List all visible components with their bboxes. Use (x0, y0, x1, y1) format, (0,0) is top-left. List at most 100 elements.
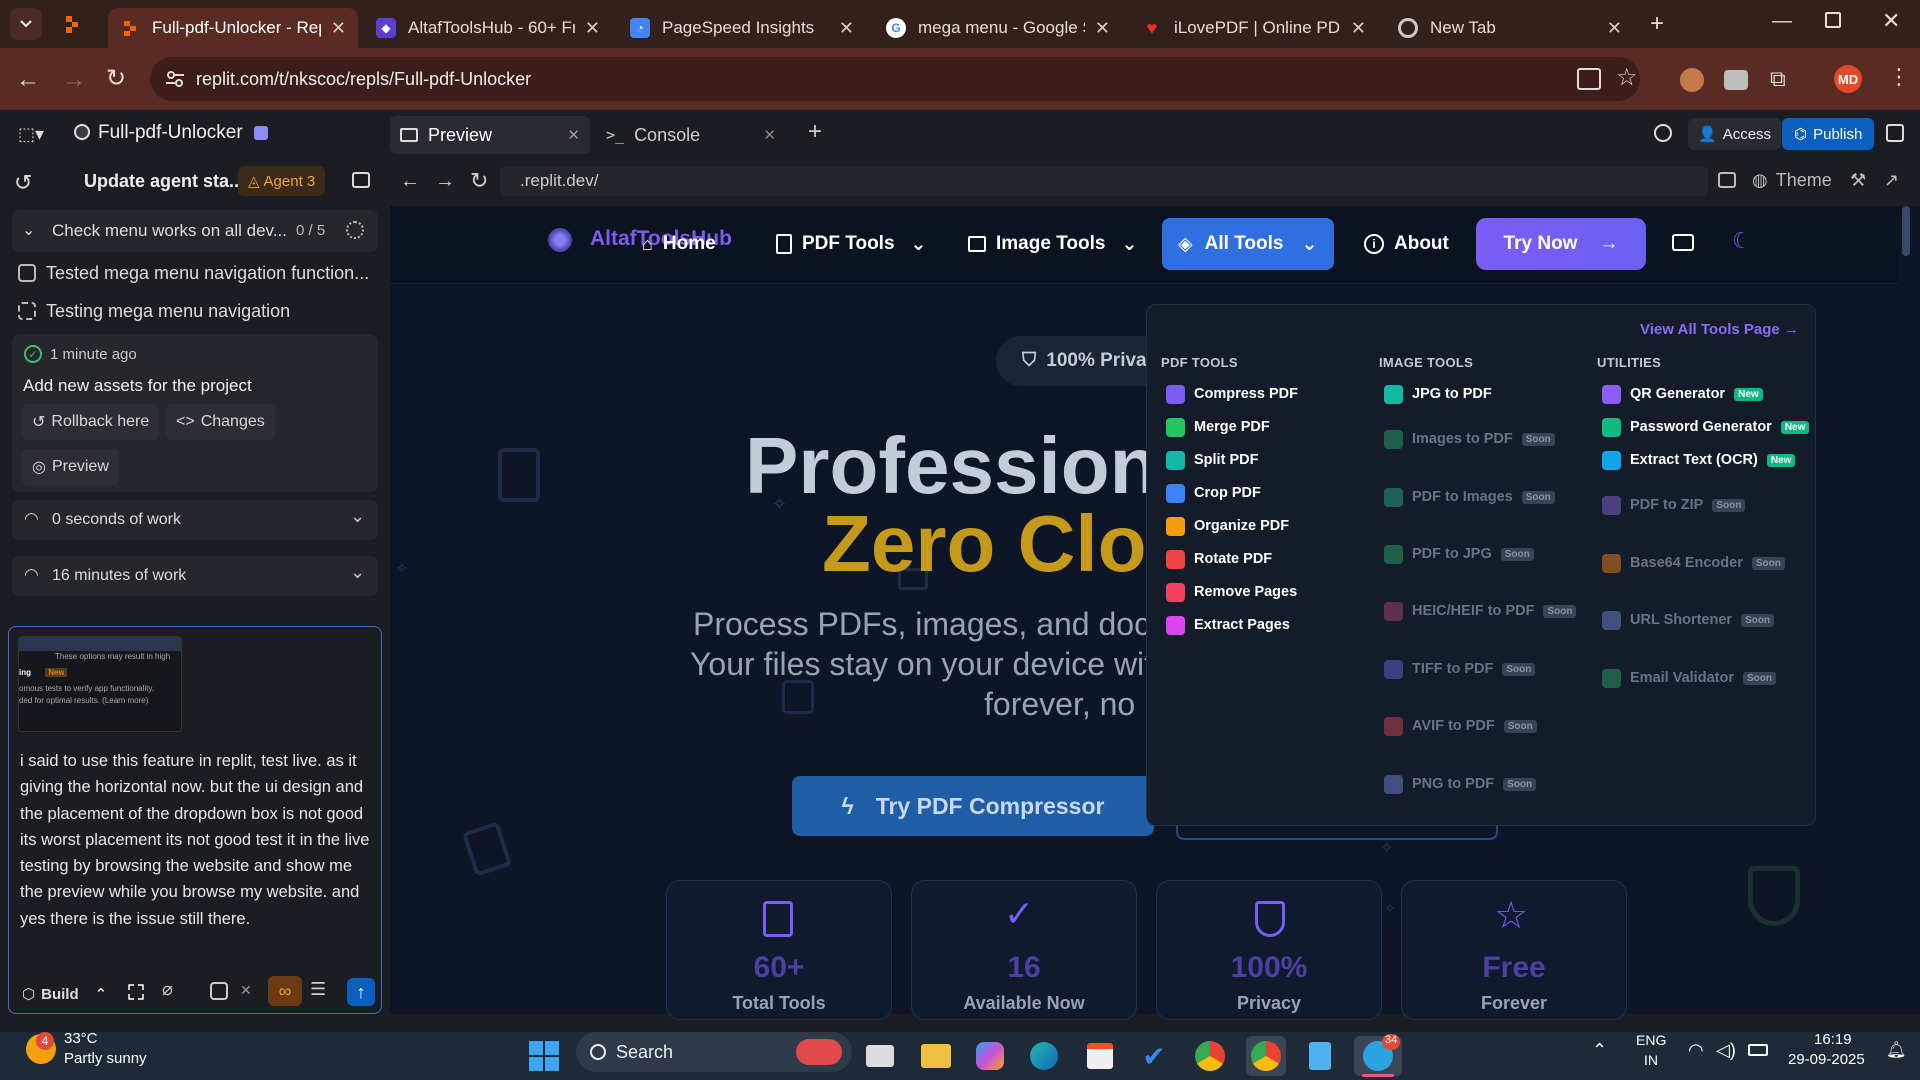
rollback-button[interactable]: ↺ Rollback here (22, 404, 160, 440)
infinity-toggle-icon[interactable]: ∞ (268, 976, 302, 1006)
mega-menu-item[interactable]: Rotate PDF (1166, 546, 1272, 572)
tab-search-button[interactable] (10, 8, 42, 40)
forward-button[interactable]: → (62, 66, 86, 94)
new-chat-icon[interactable] (352, 172, 370, 188)
tab-google-search[interactable]: G mega menu - Google Sea ✕ (874, 8, 1122, 48)
preview-forward-button[interactable]: → (435, 170, 455, 193)
language-indicator-2[interactable]: IN (1644, 1052, 1658, 1068)
build-mode-button[interactable]: ⬡ Build ⌃ (22, 980, 107, 1008)
close-icon[interactable]: ✕ (585, 18, 600, 39)
history-icon[interactable]: ↺ (14, 170, 32, 196)
site-info-icon[interactable] (165, 70, 185, 88)
extensions-puzzle-icon[interactable]: ⧉ (1770, 66, 1786, 92)
workspace-menu-icon[interactable]: ⬚▾ (18, 124, 44, 145)
agent-chat-title[interactable]: Update agent sta... (84, 171, 244, 192)
preview-scrollbar-thumb[interactable] (1902, 206, 1910, 256)
tab-altaftoolshub[interactable]: ◆ AltafToolsHub - 60+ Free ✕ (364, 8, 612, 48)
mega-menu-item[interactable]: TIFF to PDF Soon (1384, 656, 1536, 682)
nav-all-tools[interactable]: ◈ All Tools ⌄ (1162, 218, 1334, 270)
tab-replit[interactable]: Full-pdf-Unlocker - Replit ✕ (108, 8, 358, 48)
clock-time[interactable]: 16:19 (1814, 1031, 1852, 1048)
mega-menu-item[interactable]: HEIC/HEIF to PDF Soon (1384, 598, 1577, 624)
publish-button[interactable]: ⌬ Publish (1782, 118, 1875, 150)
mega-menu-item[interactable]: Remove Pages (1166, 579, 1297, 605)
cookie-extension-icon[interactable] (1680, 68, 1704, 92)
tab-new-tab[interactable]: New Tab ✕ (1386, 8, 1634, 48)
wifi-icon[interactable]: ◠ (1688, 1040, 1704, 1061)
preview-url-field[interactable] (500, 166, 1708, 196)
reload-button[interactable]: ↻ (106, 64, 126, 93)
preview-back-button[interactable]: ← (400, 170, 420, 193)
profile-avatar[interactable]: MD (1834, 65, 1862, 93)
add-tab-button[interactable]: + (808, 118, 822, 146)
notification-bell-icon[interactable]: 🔔︎ (1886, 1040, 1906, 1060)
install-app-icon[interactable] (1577, 68, 1601, 90)
checklist-header[interactable]: ⌄ Check menu works on all dev... 0 / 5 (12, 210, 378, 252)
close-icon[interactable]: ✕ (1351, 18, 1366, 39)
camera-extension-icon[interactable] (1724, 70, 1748, 90)
browser-menu-icon[interactable]: ⋮ (1888, 64, 1910, 90)
changes-button[interactable]: <> Changes (166, 404, 275, 440)
edge-icon[interactable] (1024, 1036, 1064, 1076)
new-tab-button[interactable]: + (1650, 10, 1664, 38)
mega-menu-item[interactable]: Email Validator Soon (1602, 665, 1776, 691)
microsoft-store-icon[interactable] (1080, 1036, 1120, 1076)
wrench-icon[interactable]: ⚒ (1850, 170, 1866, 191)
todo-check-icon[interactable]: ✔ (1134, 1036, 1174, 1076)
work-summary-1[interactable]: ◠ 0 seconds of work ⌄ (12, 500, 378, 540)
app-testing-icon[interactable] (210, 982, 228, 1000)
nav-home[interactable]: ⌂ Home (642, 218, 716, 270)
mega-menu-item[interactable]: PDF to Images Soon (1384, 484, 1555, 510)
mega-menu-item[interactable]: QR Generator New (1602, 381, 1763, 407)
close-icon[interactable]: ✕ (839, 18, 854, 39)
chrome-profile-icon[interactable] (1246, 1036, 1286, 1076)
copilot-icon[interactable] (970, 1036, 1010, 1076)
weather-desc[interactable]: Partly sunny (64, 1050, 147, 1067)
send-button[interactable]: ↑ (347, 978, 375, 1006)
clock-date[interactable]: 29-09-2025 (1788, 1051, 1865, 1068)
brand-logo-icon[interactable] (548, 228, 572, 252)
close-icon[interactable]: ✕ (567, 126, 580, 144)
nav-pdf-tools[interactable]: PDF Tools ⌄ (776, 218, 926, 270)
moon-icon[interactable]: ☾ (1732, 228, 1752, 254)
preview-url-text[interactable]: .replit.dev/ (520, 171, 598, 191)
attached-screenshot-thumbnail[interactable]: These options may result in high ing New… (18, 636, 182, 732)
tab-ilovepdf[interactable]: ♥ iLovePDF | Online PDF to ✕ (1130, 8, 1378, 48)
mega-menu-item[interactable]: URL Shortener Soon (1602, 607, 1775, 633)
mega-menu-item[interactable]: Images to PDF Soon (1384, 426, 1555, 452)
chat-message-text[interactable]: i said to use this feature in replit, te… (20, 748, 374, 932)
maximize-button[interactable] (1825, 12, 1841, 28)
url-text[interactable]: replit.com/t/nkscoc/repls/Full-pdf-Unloc… (196, 69, 531, 90)
close-icon[interactable]: ✕ (763, 126, 776, 144)
taskbar-search-box[interactable]: Search (576, 1032, 852, 1072)
preview-scrollbar[interactable] (1900, 206, 1912, 1014)
select-element-icon[interactable] (128, 984, 144, 1000)
nav-image-tools[interactable]: Image Tools ⌄ (968, 218, 1137, 270)
search-icon[interactable] (1654, 124, 1672, 142)
mega-menu-item[interactable]: Password Generator New (1602, 414, 1810, 440)
language-indicator-1[interactable]: ENG (1636, 1032, 1666, 1048)
mega-menu-item[interactable]: Split PDF (1166, 447, 1258, 473)
try-pdf-compressor-button[interactable]: ϟ Try PDF Compressor (792, 776, 1154, 836)
mega-menu-item[interactable]: JPG to PDF (1384, 381, 1492, 407)
settings-sliders-icon[interactable]: ☰ (310, 979, 326, 1000)
bookmark-star-icon[interactable]: ☆ (1616, 63, 1638, 92)
nav-about[interactable]: i About (1364, 218, 1449, 270)
mega-menu-item[interactable]: Extract Pages (1166, 612, 1290, 638)
mega-menu-item[interactable]: PDF to JPG Soon (1384, 541, 1534, 567)
replit-tab-group-icon[interactable] (64, 14, 80, 34)
show-hidden-icons[interactable]: ⌃ (1592, 1040, 1607, 1061)
open-new-window-icon[interactable]: ↗ (1884, 170, 1899, 191)
back-button[interactable]: ← (16, 66, 40, 94)
mega-menu-item[interactable]: Crop PDF (1166, 480, 1261, 506)
mega-menu-item[interactable]: PNG to PDF Soon (1384, 771, 1537, 797)
file-explorer-icon[interactable] (916, 1036, 956, 1076)
mega-menu-item[interactable]: Organize PDF (1166, 513, 1289, 539)
project-name[interactable]: Full-pdf-Unlocker (98, 122, 243, 144)
task-view-icon[interactable] (860, 1036, 900, 1076)
tab-preview[interactable]: Preview ✕ (390, 116, 590, 154)
close-window-button[interactable]: ✕ (1882, 8, 1900, 34)
access-button[interactable]: 👤 Access (1688, 118, 1782, 150)
work-summary-2[interactable]: ◠ 16 minutes of work ⌄ (12, 556, 378, 596)
mega-menu-item[interactable]: Extract Text (OCR) New (1602, 447, 1796, 473)
